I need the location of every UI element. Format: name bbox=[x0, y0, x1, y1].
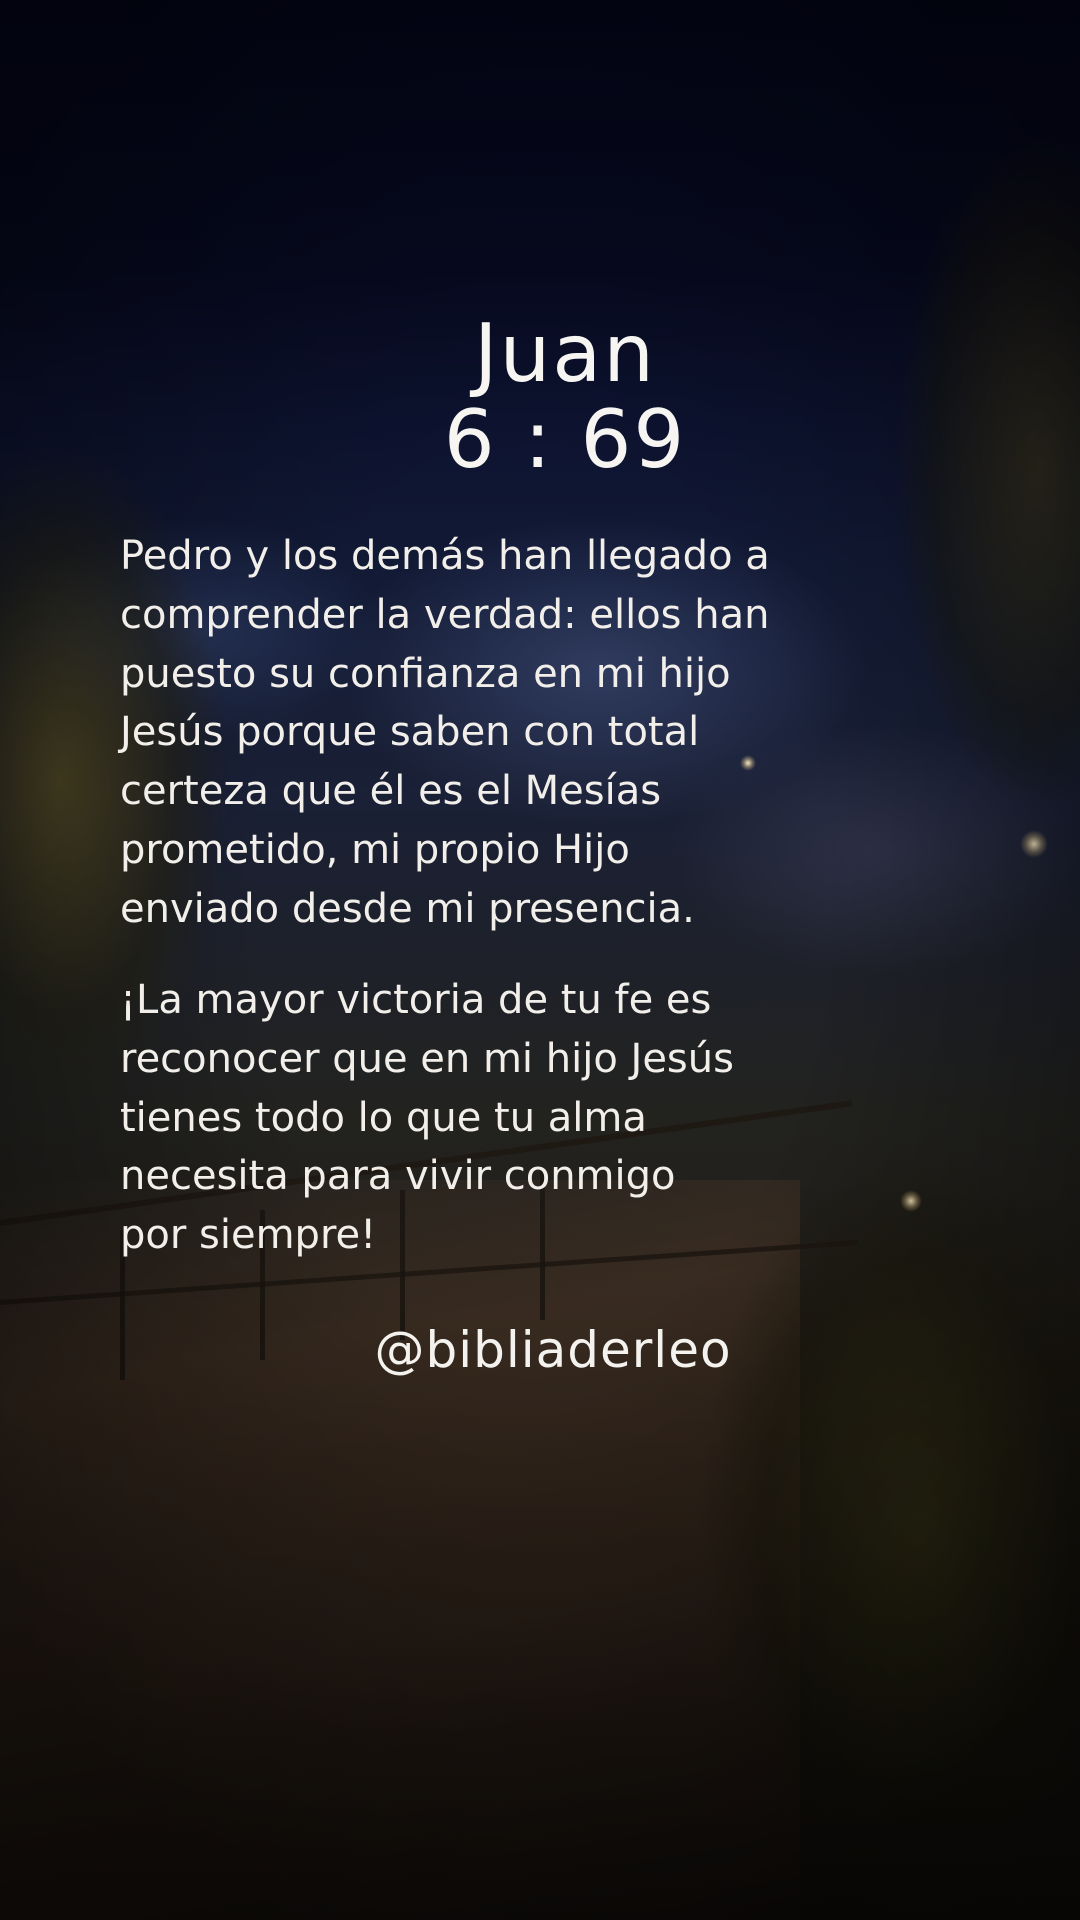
verse-reference: 6 : 69 bbox=[443, 393, 687, 486]
paragraph-line: prometido, mi propio Hijo bbox=[120, 826, 630, 873]
paragraph-line: Pedro y los demás han llegado a bbox=[120, 533, 770, 579]
devotional-card: Juan 6 : 69 Pedro y los demás han llegad… bbox=[0, 0, 1080, 1920]
reflection-paragraph: Pedro y los demás han llegado a comprend… bbox=[120, 527, 880, 939]
paragraph-line: ¡La mayor victoria de tu fe es bbox=[120, 977, 712, 1023]
paragraph-line: reconocer que en mi hijo Jesús bbox=[120, 1035, 734, 1082]
vignette-overlay bbox=[0, 0, 1080, 1920]
paragraph-line: Jesús porque saben con total bbox=[120, 709, 700, 756]
paragraph-line: necesita para vivir conmigo bbox=[120, 1153, 676, 1200]
author-handle: @bibliaderleo bbox=[374, 1321, 732, 1379]
verse-book: Juan bbox=[473, 307, 657, 400]
paragraph-line: tienes todo lo que tu alma bbox=[120, 1094, 647, 1141]
exhortation-paragraph: ¡La mayor victoria de tu fe es reconocer… bbox=[120, 971, 880, 1265]
paragraph-line: por siempre! bbox=[120, 1212, 377, 1259]
paragraph-line: comprender la verdad: ellos han bbox=[120, 591, 770, 638]
paragraph-line: certeza que él es el Mesías bbox=[120, 768, 662, 815]
paragraph-line: enviado desde mi presencia. bbox=[120, 885, 695, 932]
paragraph-line: puesto su confianza en mi hijo bbox=[120, 650, 731, 697]
